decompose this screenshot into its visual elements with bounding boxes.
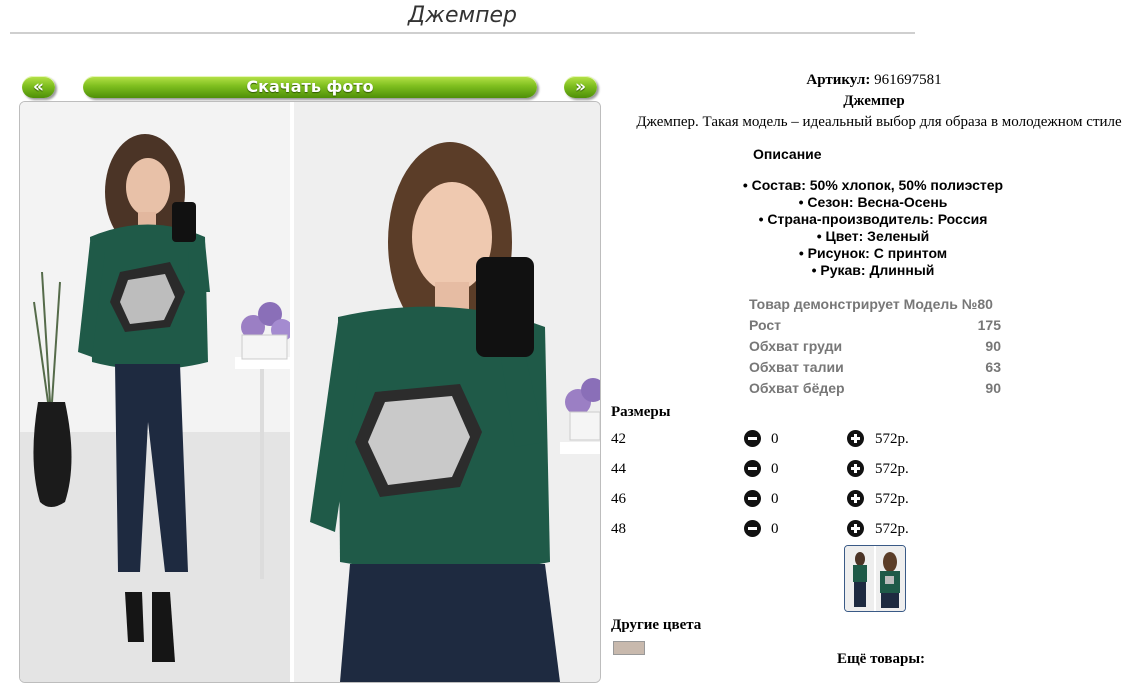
thumbnail-image	[845, 546, 905, 611]
decrease-quantity-icon[interactable]	[744, 460, 761, 477]
model-label: Товар демонстрирует Модель №80	[749, 296, 993, 312]
increase-quantity-icon[interactable]	[847, 490, 864, 507]
model-value: 90	[985, 338, 1001, 354]
model-label: Обхват бёдер	[749, 380, 845, 396]
model-row: Обхват бёдер 90	[749, 380, 1001, 401]
size-price: 572р.	[875, 431, 909, 447]
previous-photo-button[interactable]: «	[22, 76, 55, 98]
model-row: Рост 175	[749, 317, 1001, 338]
model-label: Обхват талии	[749, 359, 844, 375]
article-line: Артикул: 961697581	[607, 72, 1132, 89]
decrease-quantity-icon[interactable]	[744, 430, 761, 447]
quantity-value: 0	[771, 521, 779, 537]
next-photo-button[interactable]: »	[564, 76, 597, 98]
article-value: 961697581	[874, 72, 942, 88]
model-label: Обхват груди	[749, 338, 843, 354]
size-row: 42 0 572р.	[611, 429, 931, 449]
more-goods-heading: Ещё товары:	[837, 651, 926, 667]
size-label: 46	[611, 491, 626, 507]
product-name: Джемпер	[843, 93, 905, 109]
property-season: • Сезон: Весна-Осень	[798, 194, 948, 210]
size-row: 46 0 572р.	[611, 489, 931, 509]
model-value: 90	[985, 380, 1001, 396]
model-row: Обхват талии 63	[749, 359, 1001, 380]
product-properties: • Состав: 50% хлопок, 50% полиэстер • Се…	[723, 177, 1023, 279]
download-photo-button[interactable]: Скачать фото	[83, 76, 537, 98]
product-short-description: Джемпер. Такая модель – идеальный выбор …	[636, 114, 1122, 130]
decrease-quantity-icon[interactable]	[744, 490, 761, 507]
property-country: • Страна-производитель: Россия	[758, 211, 988, 227]
quantity-value: 0	[771, 461, 779, 477]
size-price: 572р.	[875, 521, 909, 537]
page-title: Джемпер	[10, 2, 915, 34]
size-row: 44 0 572р.	[611, 459, 931, 479]
model-row: Товар демонстрирует Модель №80	[749, 296, 1001, 317]
quantity-value: 0	[771, 431, 779, 447]
photo-thumbnail[interactable]	[844, 545, 906, 612]
increase-quantity-icon[interactable]	[847, 460, 864, 477]
size-label: 48	[611, 521, 626, 537]
size-price: 572р.	[875, 461, 909, 477]
product-photo-illustration	[20, 102, 600, 682]
property-color: • Цвет: Зеленый	[816, 228, 930, 244]
description-heading: Описание	[753, 146, 822, 162]
product-photo[interactable]	[19, 101, 601, 683]
property-composition: • Состав: 50% хлопок, 50% полиэстер	[742, 177, 1004, 193]
model-value: 175	[977, 317, 1001, 333]
size-price: 572р.	[875, 491, 909, 507]
model-label: Рост	[749, 317, 781, 333]
size-label: 44	[611, 461, 626, 477]
model-measurements: Товар демонстрирует Модель №80 Рост 175 …	[749, 296, 1001, 401]
increase-quantity-icon[interactable]	[847, 430, 864, 447]
property-pattern: • Рисунок: С принтом	[798, 245, 948, 261]
property-sleeve: • Рукав: Длинный	[811, 262, 935, 278]
decrease-quantity-icon[interactable]	[744, 520, 761, 537]
article-label: Артикул:	[806, 72, 871, 88]
size-row: 48 0 572р.	[611, 519, 931, 539]
sizes-heading: Размеры	[611, 404, 671, 420]
model-row: Обхват груди 90	[749, 338, 1001, 359]
other-colors-heading: Другие цвета	[611, 617, 702, 633]
model-value: 63	[985, 359, 1001, 375]
size-label: 42	[611, 431, 626, 447]
increase-quantity-icon[interactable]	[847, 520, 864, 537]
other-color-thumbnail[interactable]	[613, 641, 645, 655]
quantity-value: 0	[771, 491, 779, 507]
